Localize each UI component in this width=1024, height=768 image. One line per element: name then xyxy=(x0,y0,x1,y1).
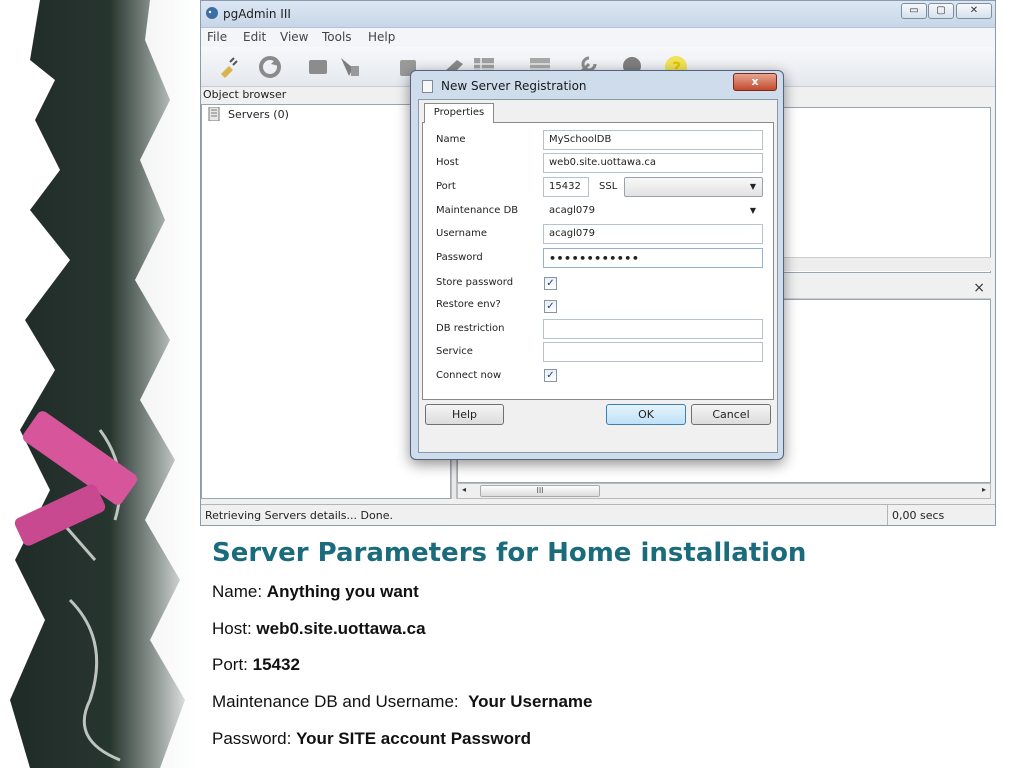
line-value: Your Username xyxy=(468,692,593,711)
username-label: Username xyxy=(436,228,487,239)
line-value: Your SITE account Password xyxy=(296,729,531,748)
menu-bar: File Edit View Tools Help xyxy=(201,28,995,47)
cancel-button[interactable]: Cancel xyxy=(691,404,771,425)
close-window-button[interactable]: ✕ xyxy=(956,3,992,19)
name-label: Name xyxy=(436,134,466,145)
maintenance-db-label: Maintenance DB xyxy=(436,205,519,216)
window-titlebar: pgAdmin III ▭ ▢ ✕ xyxy=(201,1,995,28)
name-field[interactable]: MySchoolDB xyxy=(543,130,763,150)
db-restriction-label: DB restriction xyxy=(436,323,505,334)
properties-icon[interactable] xyxy=(305,54,331,80)
chevron-down-icon: ▼ xyxy=(749,182,756,191)
window-title: pgAdmin III xyxy=(223,7,291,21)
slide-line-maintenance: Maintenance DB and Username: Your Userna… xyxy=(212,692,593,712)
dialog-title: New Server Registration xyxy=(441,79,587,93)
menu-file[interactable]: File xyxy=(207,30,227,44)
menu-view[interactable]: View xyxy=(280,30,308,44)
slide-line-password: Password: Your SITE account Password xyxy=(212,729,531,749)
menu-help[interactable]: Help xyxy=(368,30,395,44)
refresh-icon[interactable] xyxy=(257,54,283,80)
close-icon[interactable]: × xyxy=(973,280,985,296)
ssl-select[interactable]: ▼ xyxy=(624,177,763,197)
line-label: Maintenance DB and Username: xyxy=(212,692,469,711)
line-value: 15432 xyxy=(252,655,300,674)
port-field[interactable]: 15432 xyxy=(543,177,589,197)
slide-line-port: Port: 15432 xyxy=(212,655,300,675)
create-object-icon[interactable] xyxy=(337,54,363,80)
store-password-label: Store password xyxy=(436,277,514,288)
username-field[interactable]: acagl079 xyxy=(543,224,763,244)
service-field[interactable] xyxy=(543,342,763,362)
slide-stage: pgAdmin III ▭ ▢ ✕ File Edit View Tools H… xyxy=(0,0,1024,768)
status-bar: Retrieving Servers details... Done. 0,00… xyxy=(201,504,995,525)
properties-tab-pane: Name MySchoolDB Host web0.site.uottawa.c… xyxy=(422,122,774,400)
scroll-right-icon[interactable]: ▸ xyxy=(982,485,986,494)
slide-title: Server Parameters for Home installation xyxy=(212,538,807,568)
port-label: Port xyxy=(436,181,456,192)
line-label: Name: xyxy=(212,582,267,601)
plug-icon[interactable] xyxy=(215,54,241,80)
chalkboard-decoration xyxy=(0,0,200,768)
connect-now-checkbox[interactable]: ✓ xyxy=(544,369,557,382)
document-icon xyxy=(422,80,433,93)
line-label: Port: xyxy=(212,655,253,674)
restore-env-label: Restore env? xyxy=(436,299,501,310)
password-label: Password xyxy=(436,252,483,263)
line-value: web0.site.uottawa.ca xyxy=(256,619,426,638)
service-label: Service xyxy=(436,346,473,357)
line-label: Password: xyxy=(212,729,297,748)
slide-line-host: Host: web0.site.uottawa.ca xyxy=(212,619,426,639)
line-label: Host: xyxy=(212,619,257,638)
status-timer: 0,00 secs xyxy=(887,505,995,525)
restore-env-checkbox[interactable]: ✓ xyxy=(544,300,557,313)
new-server-registration-dialog: New Server Registration x Properties Nam… xyxy=(410,70,784,460)
password-field[interactable]: •••••••••••• xyxy=(543,248,763,268)
minimize-button[interactable]: ▭ xyxy=(901,3,927,19)
scroll-left-icon[interactable]: ◂ xyxy=(462,485,466,494)
status-message: Retrieving Servers details... Done. xyxy=(205,509,393,522)
host-label: Host xyxy=(436,157,459,168)
line-value: Anything you want xyxy=(266,582,419,601)
chevron-down-icon: ▼ xyxy=(749,206,756,215)
maximize-button[interactable]: ▢ xyxy=(928,3,954,19)
dialog-body: Properties Name MySchoolDB Host web0.sit… xyxy=(418,99,778,453)
servers-icon xyxy=(208,107,220,121)
menu-edit[interactable]: Edit xyxy=(243,30,266,44)
ok-button[interactable]: OK xyxy=(606,404,686,425)
tab-properties[interactable]: Properties xyxy=(424,103,494,123)
scrollbar-thumb[interactable]: III xyxy=(480,485,600,497)
tree-item-label: Servers (0) xyxy=(228,108,289,121)
slide-line-name: Name: Anything you want xyxy=(212,582,419,602)
db-restriction-field[interactable] xyxy=(543,319,763,339)
elephant-icon xyxy=(206,7,218,19)
store-password-checkbox[interactable]: ✓ xyxy=(544,277,557,290)
maintenance-db-select[interactable]: acagl079 ▼ xyxy=(543,201,763,221)
help-button[interactable]: Help xyxy=(425,404,504,425)
horizontal-scrollbar[interactable]: ◂ III ▸ xyxy=(457,483,991,499)
host-field[interactable]: web0.site.uottawa.ca xyxy=(543,153,763,173)
menu-tools[interactable]: Tools xyxy=(322,30,352,44)
maintenance-db-value: acagl079 xyxy=(549,205,595,216)
dialog-close-button[interactable]: x xyxy=(733,73,777,91)
ssl-label: SSL xyxy=(599,181,618,192)
connect-now-label: Connect now xyxy=(436,370,502,381)
